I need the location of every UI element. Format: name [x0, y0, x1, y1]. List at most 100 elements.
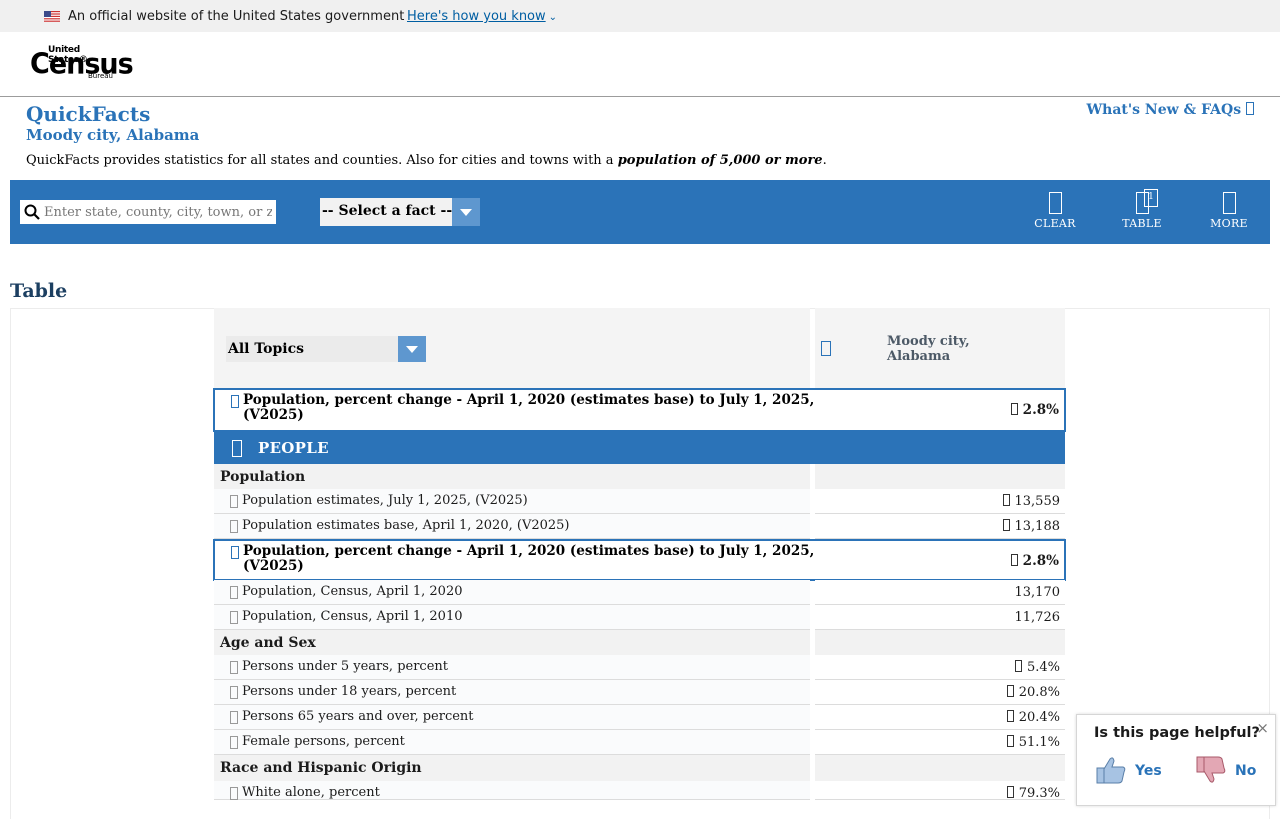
search-box — [20, 200, 276, 224]
group-header-race-and-hispanic-origin: Race and Hispanic Origin — [214, 755, 1065, 781]
more-button[interactable]: MORE — [1199, 192, 1259, 236]
table-count-badge: 1 — [1144, 189, 1158, 207]
value-flag-icon — [1010, 403, 1018, 415]
value-flag-icon — [1006, 710, 1014, 722]
featured-fact-row[interactable]: Population, percent change - April 1, 20… — [213, 388, 1066, 432]
table-row[interactable]: Persons under 18 years, percent 20.8% — [214, 680, 1065, 705]
description-emphasis: population of 5,000 or more — [617, 153, 823, 168]
group-cell-right — [815, 464, 1065, 489]
clear-icon — [1048, 192, 1062, 214]
table-button[interactable]: 1 TABLE — [1112, 189, 1172, 236]
table-row-highlighted[interactable]: Population, percent change - April 1, 20… — [213, 539, 1066, 581]
value-flag-icon — [1006, 735, 1014, 747]
table-row[interactable]: Population, Census, April 1, 2010 11,726 — [214, 605, 1065, 630]
description-prefix: QuickFacts provides statistics for all s… — [26, 153, 614, 168]
group-header-population: Population — [214, 464, 1065, 489]
external-link-icon — [1246, 102, 1254, 115]
all-topics-dropdown[interactable]: All Topics — [226, 336, 426, 362]
clear-button[interactable]: CLEAR — [1025, 192, 1085, 236]
row-value: 79.3% — [1006, 786, 1060, 801]
value-flag-icon — [1002, 519, 1010, 531]
chevron-down-icon: ⌄ — [548, 12, 558, 23]
fact-info-icon — [230, 736, 238, 749]
row-label: White alone, percent — [242, 785, 380, 800]
table-row[interactable]: White alone, percent 79.3% — [214, 781, 1065, 801]
row-value: 20.8% — [1006, 685, 1060, 700]
table-row[interactable]: Population estimates base, April 1, 2020… — [214, 514, 1065, 539]
row-value-text: 13,559 — [1014, 494, 1061, 509]
dropdown-arrow-icon — [452, 198, 480, 226]
group-cell-right — [815, 755, 1065, 781]
table-heading: Table — [10, 280, 68, 302]
census-logo[interactable]: United States® Census Bureau — [30, 45, 134, 81]
row-value: 13,170 — [1014, 585, 1061, 600]
row-value: 5.4% — [1014, 660, 1060, 675]
featured-fact-value-text: 2.8% — [1022, 402, 1059, 418]
search-icon — [24, 204, 40, 220]
table-row[interactable]: Population, Census, April 1, 2020 13,170 — [214, 580, 1065, 605]
people-icon — [232, 440, 242, 457]
row-label: Persons under 18 years, percent — [242, 684, 457, 699]
feedback-question: Is this page helpful? — [1094, 725, 1260, 741]
logo-sub-text: Bureau — [88, 72, 113, 80]
featured-fact-label-line2: (V2025) — [243, 407, 304, 423]
select-fact-dropdown[interactable]: -- Select a fact -- — [320, 198, 480, 226]
table-row[interactable]: Female persons, percent 51.1% — [214, 730, 1065, 755]
row-label: Population estimates base, April 1, 2020… — [242, 518, 570, 533]
featured-fact-value: 2.8% — [1010, 402, 1059, 418]
fact-info-icon — [230, 686, 238, 699]
thumbs-down-icon — [1196, 756, 1226, 783]
featured-fact-label-line1: Population, percent change - April 1, 20… — [243, 392, 815, 408]
row-label: Population estimates, July 1, 2025, (V20… — [242, 493, 528, 508]
select-fact-label: -- Select a fact -- — [322, 203, 453, 219]
row-label: Population, Census, April 1, 2020 — [242, 584, 463, 599]
us-flag-icon — [44, 11, 60, 22]
row-value-text: 51.1% — [1018, 735, 1060, 750]
row-value-text: 2.8% — [1022, 553, 1059, 569]
feedback-no-label: No — [1235, 763, 1257, 779]
fact-info-icon — [230, 520, 238, 533]
row-label: Female persons, percent — [242, 734, 405, 749]
fact-info-icon — [230, 611, 238, 624]
group-label: Age and Sex — [220, 635, 316, 651]
site-header: United States® Census Bureau — [0, 32, 1280, 97]
location-column-header: Moody city, Alabama — [887, 334, 970, 364]
people-section-label: PEOPLE — [258, 439, 329, 457]
row-value-text: 79.3% — [1018, 786, 1060, 801]
clear-label: CLEAR — [1034, 217, 1076, 230]
whats-new-faqs-link[interactable]: What's New & FAQs — [1086, 102, 1254, 118]
featured-fact-label: Population, percent change - April 1, 20… — [243, 393, 814, 423]
more-label: MORE — [1210, 217, 1248, 230]
fact-info-icon — [230, 661, 238, 674]
group-cell-right — [815, 630, 1065, 655]
row-value: 51.1% — [1006, 735, 1060, 750]
thumbs-up-icon — [1096, 757, 1126, 784]
gov-banner: An official website of the United States… — [0, 0, 1280, 32]
gov-banner-text: An official website of the United States… — [68, 9, 405, 24]
row-value: 2.8% — [1010, 553, 1059, 569]
group-label: Population — [220, 469, 306, 485]
row-value-text: 20.4% — [1018, 710, 1060, 725]
row-value: 13,188 — [1002, 519, 1060, 534]
value-flag-icon — [1010, 554, 1018, 566]
row-label: Population, Census, April 1, 2010 — [242, 609, 463, 624]
logo-main-text: Census — [30, 48, 134, 81]
heres-how-you-know-link[interactable]: Here's how you know ⌄ — [407, 9, 557, 24]
whats-new-label: What's New & FAQs — [1086, 102, 1242, 118]
fact-info-icon — [231, 546, 239, 559]
page-subtitle: Moody city, Alabama — [26, 126, 200, 144]
table-label: TABLE — [1122, 217, 1162, 230]
people-section-header[interactable]: PEOPLE — [214, 432, 1065, 464]
table-row[interactable]: Persons under 5 years, percent 5.4% — [214, 655, 1065, 680]
page-description: QuickFacts provides statistics for all s… — [26, 153, 827, 168]
location-info-icon[interactable] — [821, 341, 831, 356]
row-value: 13,559 — [1002, 494, 1061, 509]
table-row[interactable]: Population estimates, July 1, 2025, (V20… — [214, 489, 1065, 514]
fact-info-icon — [230, 495, 238, 508]
heres-how-you-know-label: Here's how you know — [407, 9, 546, 24]
row-label-line1: Population, percent change - April 1, 20… — [243, 543, 815, 559]
page-title: QuickFacts — [26, 102, 151, 126]
quickfacts-toolbar: -- Select a fact -- CLEAR 1 TABLE MORE — [10, 180, 1270, 244]
table-row[interactable]: Persons 65 years and over, percent 20.4% — [214, 705, 1065, 730]
search-input[interactable] — [44, 202, 272, 222]
